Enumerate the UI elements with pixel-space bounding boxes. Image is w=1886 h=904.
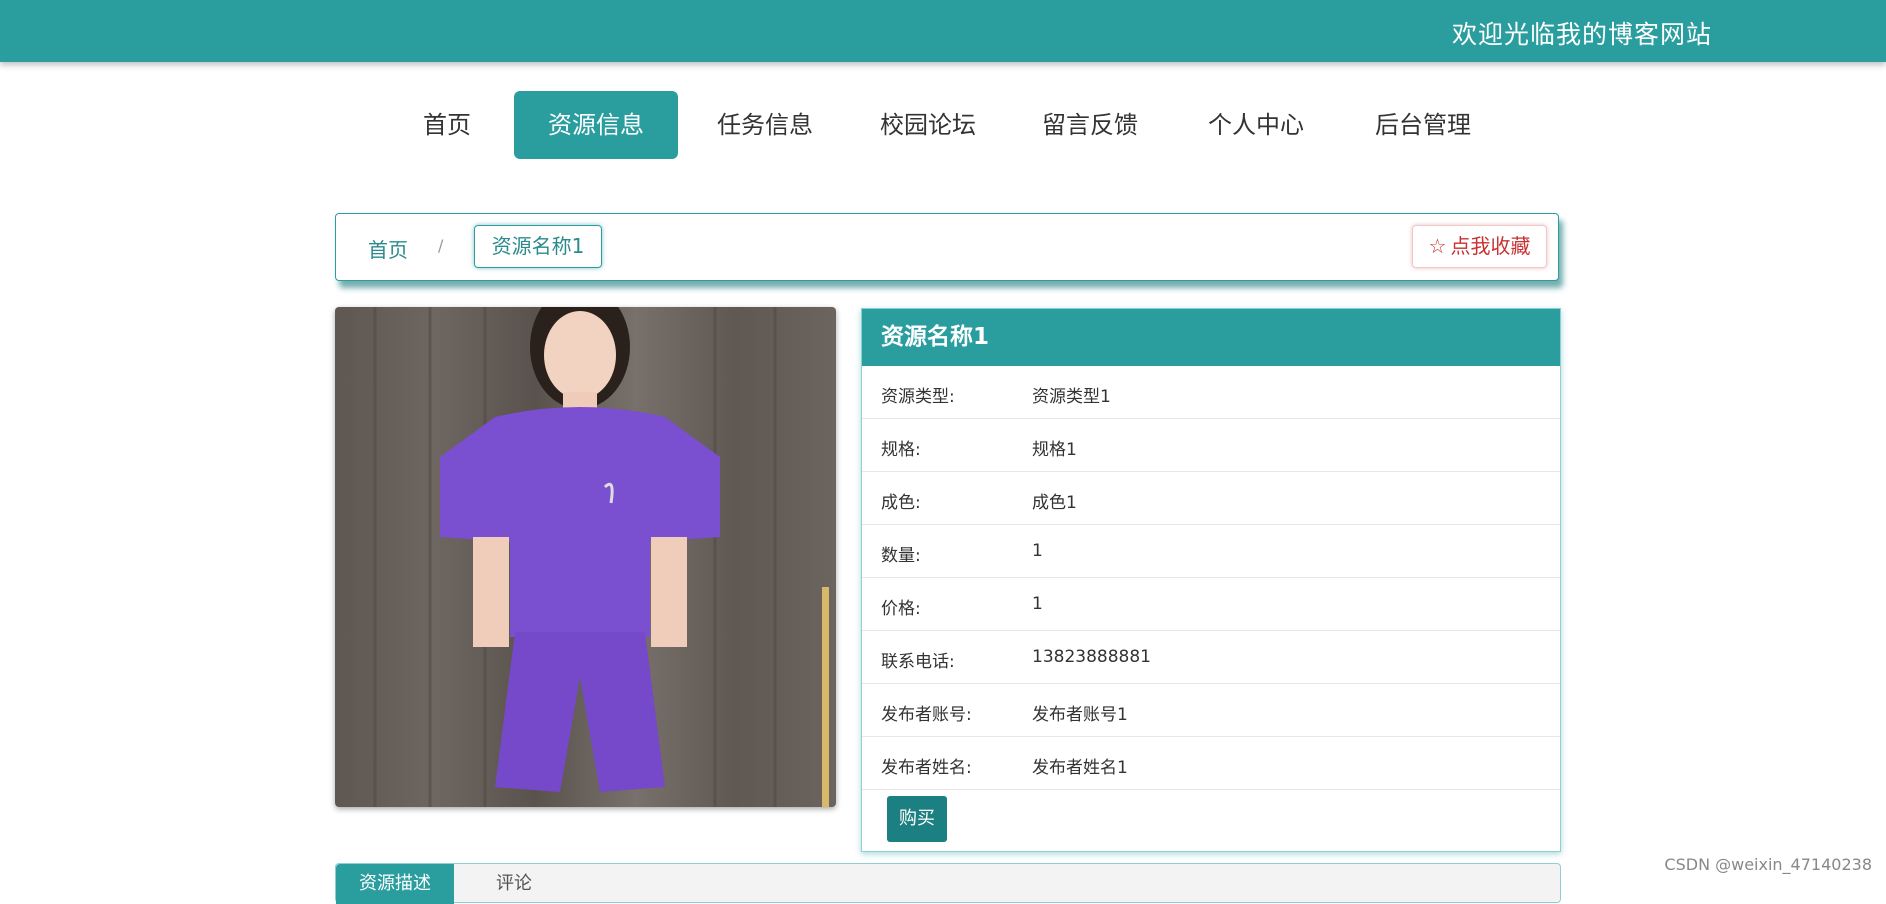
detail-row-price: 价格: 1 xyxy=(862,578,1560,631)
welcome-text: 欢迎光临我的博客网站 xyxy=(1451,20,1712,49)
watermark-text: CSDN @weixin_47140238 xyxy=(1664,855,1872,874)
detail-value: 1 xyxy=(1032,541,1043,561)
favorite-button[interactable]: ☆ 点我收藏 xyxy=(1412,225,1547,268)
nav-item-campus-forum[interactable]: 校园论坛 xyxy=(868,91,988,159)
nav-item-admin[interactable]: 后台管理 xyxy=(1363,91,1483,159)
detail-value: 13823888881 xyxy=(1032,647,1151,667)
detail-label: 联系电话: xyxy=(881,652,955,672)
detail-row-quantity: 数量: 1 xyxy=(862,525,1560,578)
detail-value: 成色1 xyxy=(1032,493,1077,513)
detail-label: 规格: xyxy=(881,440,921,460)
favorite-label: 点我收藏 xyxy=(1450,234,1531,258)
nav-item-home[interactable]: 首页 xyxy=(405,91,489,159)
main-navigation: 首页 资源信息 任务信息 校园论坛 留言反馈 个人中心 后台管理 xyxy=(0,91,1886,159)
product-detail-panel: 资源名称1 资源类型: 资源类型1 规格: 规格1 成色: 成色1 数量: 1 … xyxy=(861,308,1561,852)
product-title: 资源名称1 xyxy=(862,309,1560,366)
detail-row-publisher-account: 发布者账号: 发布者账号1 xyxy=(862,684,1560,737)
detail-row-spec: 规格: 规格1 xyxy=(862,419,1560,472)
detail-value: 资源类型1 xyxy=(1032,387,1111,407)
detail-label: 成色: xyxy=(881,493,921,513)
tab-description[interactable]: 资源描述 xyxy=(336,864,454,904)
detail-label: 数量: xyxy=(881,546,921,566)
detail-label: 资源类型: xyxy=(881,387,955,407)
detail-label: 价格: xyxy=(881,599,921,619)
detail-label: 发布者姓名: xyxy=(881,758,972,778)
buy-button[interactable]: 购买 xyxy=(887,796,947,842)
top-header-bar: 欢迎光临我的博客网站 xyxy=(0,0,1886,62)
star-outline-icon: ☆ xyxy=(1428,234,1447,258)
nav-item-resource-info[interactable]: 资源信息 xyxy=(514,91,678,159)
breadcrumb-current: 资源名称1 xyxy=(474,225,602,268)
detail-value: 发布者账号1 xyxy=(1032,705,1128,725)
detail-value: 1 xyxy=(1032,594,1043,614)
detail-value: 规格1 xyxy=(1032,440,1077,460)
detail-row-phone: 联系电话: 13823888881 xyxy=(862,631,1560,684)
detail-tabs: 资源描述 评论 xyxy=(335,863,1561,904)
detail-row-resource-type: 资源类型: 资源类型1 xyxy=(862,366,1560,419)
breadcrumb: 首页 / 资源名称1 ☆ 点我收藏 xyxy=(335,213,1559,281)
nav-item-feedback[interactable]: 留言反馈 xyxy=(1030,91,1150,159)
detail-value: 发布者姓名1 xyxy=(1032,758,1128,778)
nav-item-task-info[interactable]: 任务信息 xyxy=(705,91,825,159)
detail-row-condition: 成色: 成色1 xyxy=(862,472,1560,525)
breadcrumb-home-link[interactable]: 首页 xyxy=(368,234,408,263)
product-image xyxy=(335,307,836,807)
detail-row-publisher-name: 发布者姓名: 发布者姓名1 xyxy=(862,737,1560,790)
product-photo-illustration xyxy=(373,307,829,807)
tab-comments[interactable]: 评论 xyxy=(496,864,532,904)
breadcrumb-separator: / xyxy=(438,236,444,255)
detail-label: 发布者账号: xyxy=(881,705,972,725)
nav-item-personal-center[interactable]: 个人中心 xyxy=(1196,91,1316,159)
